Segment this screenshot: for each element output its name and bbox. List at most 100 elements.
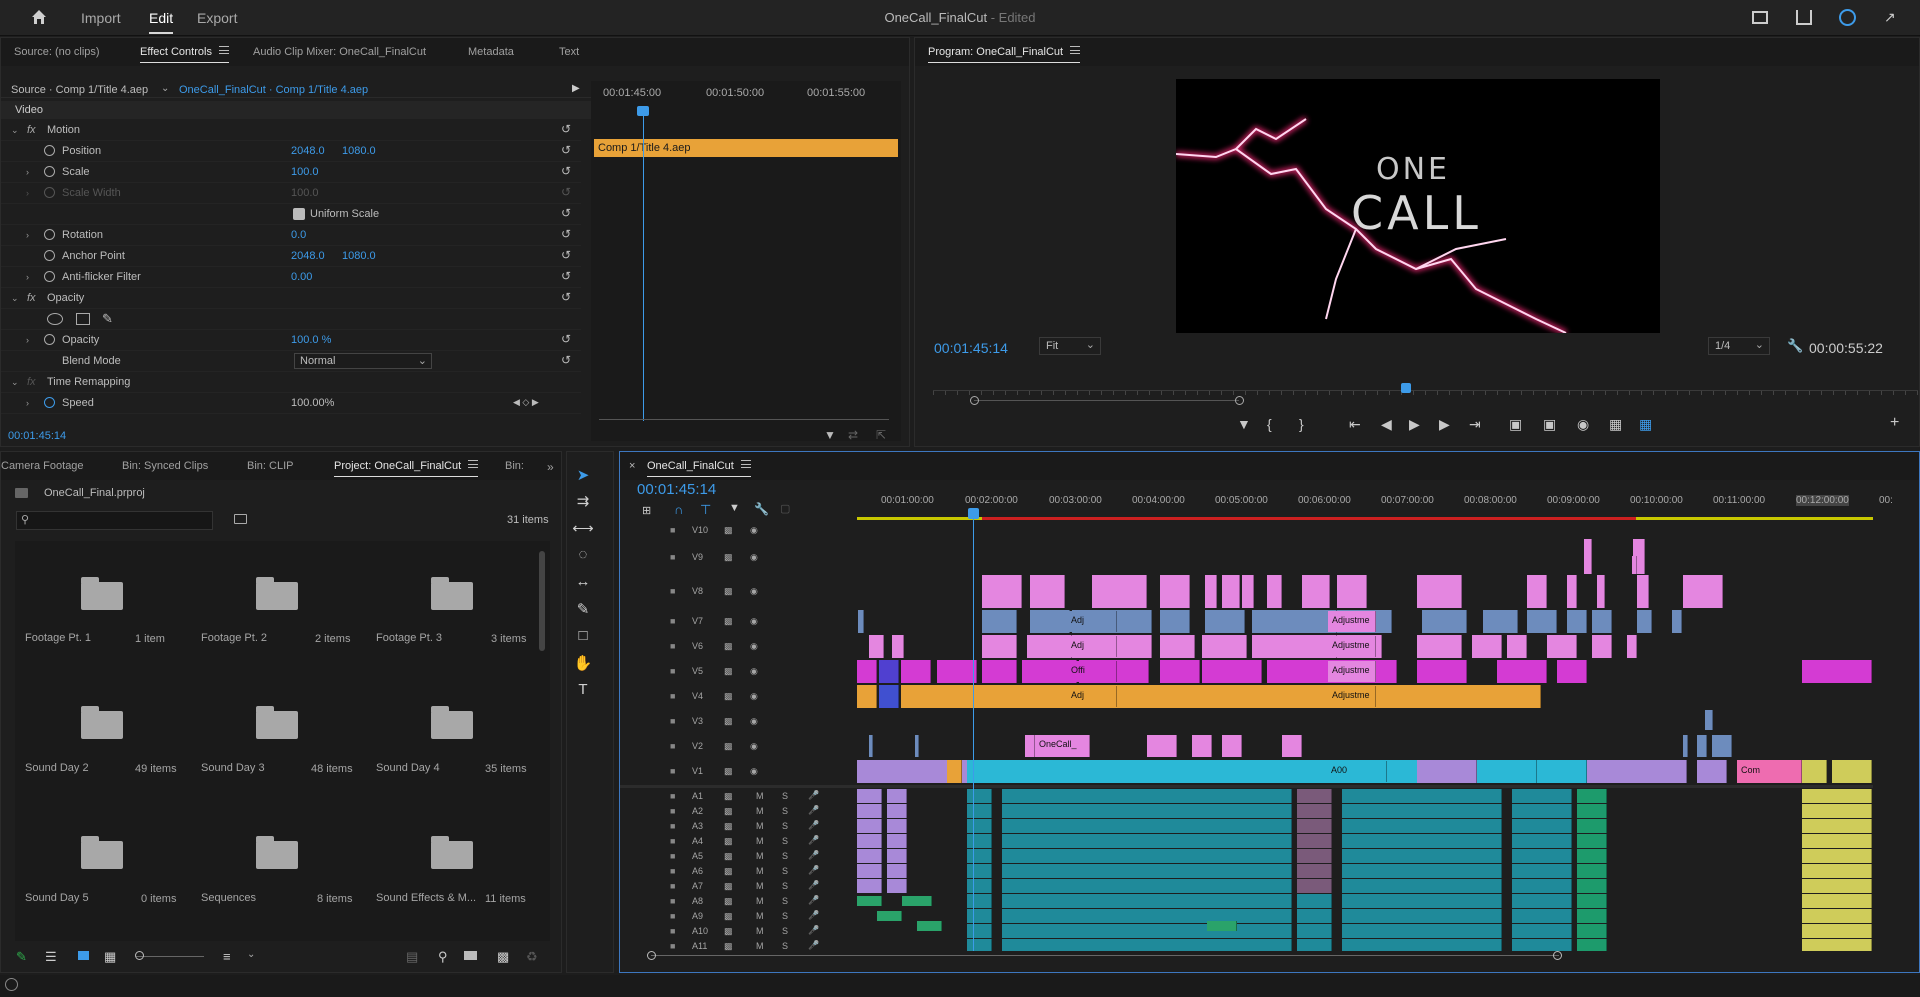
project-search-input[interactable]: ⚲	[16, 511, 213, 530]
stopwatch-icon[interactable]	[44, 397, 55, 408]
timeline-clip[interactable]	[1342, 909, 1502, 923]
sync-lock-icon[interactable]: ▩	[724, 851, 733, 862]
timeline-clip[interactable]	[1577, 849, 1607, 863]
program-zoom-bar[interactable]	[974, 400, 1239, 401]
timeline-clip[interactable]	[869, 735, 873, 757]
sort-icon[interactable]: ≡	[223, 949, 231, 964]
sync-lock-icon[interactable]: ▩	[724, 741, 733, 752]
uniform-scale-checkbox[interactable]	[293, 208, 305, 220]
fullscreen-icon[interactable]: ↗	[1884, 9, 1900, 25]
timeline-clip[interactable]	[1342, 804, 1502, 818]
timeline-clip[interactable]	[1342, 924, 1502, 938]
sync-lock-icon[interactable]: ▩	[724, 552, 733, 563]
play-clip-icon[interactable]: ▶	[572, 83, 580, 94]
timeline-clip[interactable]	[1577, 924, 1607, 938]
sync-lock-icon[interactable]: ▩	[724, 926, 733, 937]
timeline-playhead-handle[interactable]	[968, 508, 979, 519]
folder-icon[interactable]	[81, 706, 123, 739]
comparison-view-icon[interactable]: ▦	[1609, 416, 1622, 433]
anchor-y-value[interactable]: 1080.0	[342, 250, 376, 262]
timeline-clip[interactable]	[967, 909, 992, 923]
sync-lock-icon[interactable]: ▩	[724, 791, 733, 802]
lock-icon[interactable]: ■	[670, 821, 675, 831]
timeline-clip[interactable]	[1577, 819, 1607, 833]
ec-timecode[interactable]: 00:01:45:14	[8, 430, 66, 442]
timeline-clip[interactable]	[1342, 819, 1502, 833]
opacity-section-row[interactable]: ⌄ fx Opacity ↺	[1, 288, 581, 309]
motion-row[interactable]: ⌄ fx Motion ↺	[1, 120, 581, 141]
timeline-clip[interactable]	[1297, 834, 1332, 848]
bin-scrollbar[interactable]	[539, 551, 545, 651]
timeline-clip[interactable]	[1577, 939, 1607, 951]
resolution-select[interactable]: 1/4 ⌄	[1708, 337, 1770, 355]
solo-button[interactable]: S	[782, 836, 788, 846]
timeline-clip[interactable]	[967, 894, 992, 908]
panel-menu-icon[interactable]	[468, 460, 479, 468]
timeline-clip[interactable]	[1160, 575, 1190, 608]
timeline-clip[interactable]	[1342, 849, 1502, 863]
voiceover-icon[interactable]: 🎤	[808, 940, 819, 951]
new-bin-icon[interactable]	[464, 951, 477, 960]
folder-icon[interactable]	[256, 836, 298, 869]
sync-lock-icon[interactable]: ▩	[724, 666, 733, 677]
reset-icon[interactable]: ↺	[561, 227, 571, 241]
sync-lock-icon[interactable]: ▩	[724, 836, 733, 847]
lock-icon[interactable]: ■	[670, 911, 675, 921]
timeline-clip[interactable]	[857, 685, 877, 708]
timeline-clip[interactable]	[1222, 575, 1240, 608]
lock-icon[interactable]: ■	[670, 552, 675, 562]
solo-button[interactable]: S	[782, 911, 788, 921]
timeline-clip[interactable]	[877, 911, 902, 921]
reset-icon[interactable]: ↺	[561, 269, 571, 283]
bin-name[interactable]: Footage Pt. 3	[376, 632, 442, 644]
track-select-tool-icon[interactable]: ⇉	[572, 492, 594, 514]
timeline-clip[interactable]	[887, 804, 907, 818]
mute-button[interactable]: M	[756, 851, 764, 861]
timeline-clip[interactable]: A00	[1327, 761, 1387, 782]
step-back-icon[interactable]: ◀	[1381, 416, 1392, 433]
timeline-clip[interactable]	[1802, 760, 1827, 783]
hand-tool-icon[interactable]: ✋	[572, 654, 594, 676]
go-to-in-icon[interactable]: ⇤	[1349, 416, 1361, 433]
tab-effect-controls[interactable]: Effect Controls	[140, 46, 229, 63]
timeline-clip[interactable]	[1002, 789, 1292, 803]
timeline-clip[interactable]	[1002, 864, 1292, 878]
ec-scrollbar[interactable]	[599, 419, 889, 420]
keyframe-nav-icon[interactable]: ◀ ◇ ▶	[513, 397, 539, 408]
timeline-clip[interactable]	[1802, 819, 1872, 833]
add-marker-icon[interactable]: ▼	[729, 502, 740, 514]
voiceover-icon[interactable]: 🎤	[808, 895, 819, 906]
timeline-clip[interactable]	[1683, 575, 1723, 608]
timeline-clip[interactable]: Adjustme	[1328, 611, 1376, 632]
folder-icon[interactable]	[431, 577, 473, 610]
sync-lock-icon[interactable]: ▩	[724, 806, 733, 817]
timeline-clip[interactable]: Adjustme	[1328, 686, 1376, 707]
pencil-icon[interactable]: ✎	[16, 949, 27, 965]
lift-icon[interactable]: ▣	[1509, 416, 1522, 433]
timeline-clip[interactable]: Adjustme	[1328, 636, 1376, 657]
selection-tool-icon[interactable]: ➤	[572, 466, 594, 488]
bin-name[interactable]: Sound Day 5	[25, 892, 89, 904]
folder-icon[interactable]	[81, 836, 123, 869]
timeline-clip[interactable]	[857, 849, 882, 863]
mute-button[interactable]: M	[756, 866, 764, 876]
timeline-clip[interactable]	[1207, 921, 1237, 931]
timeline-clip[interactable]	[1002, 819, 1292, 833]
timeline-clip[interactable]	[1160, 635, 1195, 658]
anchor-x-value[interactable]: 2048.0	[291, 250, 325, 262]
effect-mini-timeline[interactable]: 00:01:45:00 00:01:50:00 00:01:55:00 Comp…	[591, 81, 901, 441]
timeline-clip[interactable]	[1512, 819, 1572, 833]
timeline-clip[interactable]	[857, 896, 882, 906]
ec-playhead[interactable]	[643, 111, 644, 421]
timeline-clip[interactable]	[967, 849, 992, 863]
timeline-clip[interactable]	[967, 834, 992, 848]
timeline-clip[interactable]	[1512, 924, 1572, 938]
rectangle-mask-icon[interactable]	[76, 313, 90, 325]
folder-icon[interactable]	[431, 706, 473, 739]
reset-icon[interactable]: ↺	[561, 332, 571, 346]
voiceover-icon[interactable]: 🎤	[808, 805, 819, 816]
timeline-clip[interactable]	[1422, 610, 1467, 633]
timeline-clip[interactable]	[1205, 610, 1245, 633]
solo-button[interactable]: S	[782, 821, 788, 831]
pen-tool-icon[interactable]: ✎	[572, 600, 594, 622]
